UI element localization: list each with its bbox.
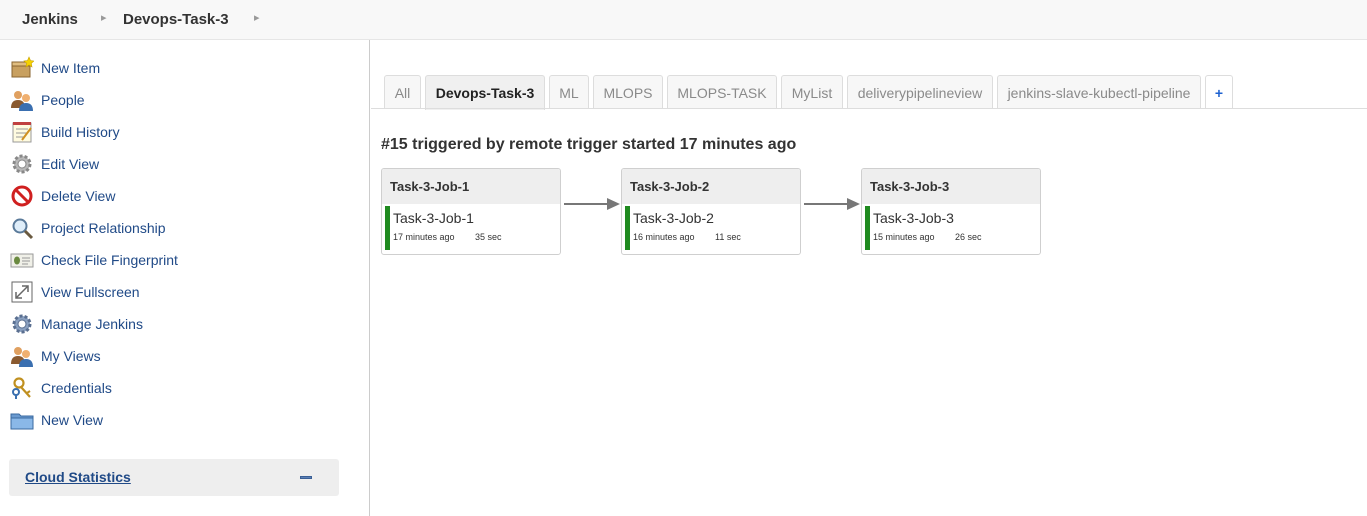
job-header-link[interactable]: Task-3-Job-1	[382, 169, 560, 204]
sidebar-item-view-fullscreen[interactable]: View Fullscreen	[10, 280, 140, 304]
job-header-link[interactable]: Task-3-Job-3	[862, 169, 1040, 204]
sidebar-item-label: New View	[41, 412, 103, 428]
tab-mlops-task[interactable]: MLOPS-TASK	[667, 75, 777, 109]
arrow-right-icon	[804, 198, 860, 210]
sidebar-item-build-history[interactable]: Build History	[10, 120, 120, 144]
success-status-bar	[865, 206, 870, 250]
build-time: 15 minutes ago	[873, 232, 935, 242]
collapse-icon[interactable]	[300, 476, 312, 479]
build-duration: 26 sec	[955, 232, 982, 242]
pipeline-job-card: Task-3-Job-1 Task-3-Job-1 17 minutes ago…	[381, 168, 561, 255]
sidebar-item-label: Build History	[41, 124, 120, 140]
sidebar-item-label: Manage Jenkins	[41, 316, 143, 332]
sidebar-item-my-views[interactable]: My Views	[10, 344, 101, 368]
folder-icon	[10, 408, 34, 432]
keys-icon	[10, 376, 34, 400]
breadcrumb-jenkins-link[interactable]: Jenkins	[22, 11, 78, 28]
breadcrumb-separator-icon[interactable]: ▸	[254, 11, 260, 24]
people-icon	[10, 344, 34, 368]
new-item-icon	[10, 56, 35, 80]
build-name[interactable]: Task-3-Job-1	[393, 210, 474, 226]
build-block[interactable]: Task-3-Job-3 15 minutes ago 26 sec	[862, 204, 1040, 254]
build-duration: 11 sec	[715, 232, 741, 242]
sidebar-item-new-view[interactable]: New View	[10, 408, 103, 432]
cloud-statistics-panel: Cloud Statistics	[9, 459, 339, 496]
sidebar: New Item People Build History Edit View …	[0, 40, 370, 516]
sidebar-item-label: View Fullscreen	[41, 284, 140, 300]
breadcrumb-view-link[interactable]: Devops-Task-3	[123, 11, 229, 28]
fullscreen-icon	[10, 280, 34, 304]
pipeline-title: #15 triggered by remote trigger started …	[381, 136, 797, 153]
sidebar-item-label: Edit View	[41, 156, 100, 172]
sidebar-item-label: New Item	[41, 60, 101, 76]
tab-label: MLOPS-TASK	[677, 84, 767, 101]
tab-devops-task-3[interactable]: Devops-Task-3	[425, 75, 545, 110]
tab-bar-divider	[371, 108, 1367, 109]
tab-all[interactable]: All	[384, 75, 421, 109]
no-entry-icon	[10, 184, 34, 208]
build-time: 16 minutes ago	[633, 232, 695, 242]
magnifier-icon	[10, 216, 34, 240]
add-view-tab[interactable]: +	[1205, 75, 1233, 109]
tab-mlops[interactable]: MLOPS	[593, 75, 663, 109]
gear-icon	[10, 312, 34, 336]
build-duration: 35 sec	[475, 232, 502, 242]
tab-label: MLOPS	[603, 84, 653, 101]
notepad-icon	[10, 120, 34, 144]
tab-label: ML	[559, 84, 579, 101]
people-icon	[10, 88, 34, 112]
build-block[interactable]: Task-3-Job-1 17 minutes ago 35 sec	[382, 204, 560, 254]
fingerprint-icon	[10, 248, 34, 272]
breadcrumb: Jenkins ▸ Devops-Task-3 ▸	[0, 0, 1367, 40]
tab-mylist[interactable]: MyList	[781, 75, 843, 109]
pipeline-job-card: Task-3-Job-3 Task-3-Job-3 15 minutes ago…	[861, 168, 1041, 255]
tab-label: deliverypipelineview	[857, 84, 983, 101]
sidebar-item-people[interactable]: People	[10, 88, 85, 112]
tab-jenkins-slave-kubectl-pipeline[interactable]: jenkins-slave-kubectl-pipeline	[997, 75, 1201, 109]
gear-icon	[10, 152, 34, 176]
build-name[interactable]: Task-3-Job-2	[633, 210, 714, 226]
build-block[interactable]: Task-3-Job-2 16 minutes ago 11 sec	[622, 204, 800, 254]
pipeline-job-card: Task-3-Job-2 Task-3-Job-2 16 minutes ago…	[621, 168, 801, 255]
sidebar-item-label: Check File Fingerprint	[41, 252, 178, 268]
tab-label: All	[394, 84, 411, 101]
sidebar-item-label: Project Relationship	[41, 220, 166, 236]
sidebar-item-label: Credentials	[41, 380, 112, 396]
tab-deliverypipelineview[interactable]: deliverypipelineview	[847, 75, 993, 109]
breadcrumb-separator-icon[interactable]: ▸	[101, 11, 107, 24]
success-status-bar	[385, 206, 390, 250]
plus-icon: +	[1214, 84, 1224, 101]
tab-ml[interactable]: ML	[549, 75, 589, 109]
sidebar-item-new-item[interactable]: New Item	[10, 56, 100, 80]
tab-label: Devops-Task-3	[435, 85, 535, 101]
build-time: 17 minutes ago	[393, 232, 455, 242]
sidebar-item-label: People	[41, 92, 85, 108]
sidebar-item-project-relationship[interactable]: Project Relationship	[10, 216, 166, 240]
sidebar-item-delete-view[interactable]: Delete View	[10, 184, 115, 208]
success-status-bar	[625, 206, 630, 250]
cloud-statistics-link[interactable]: Cloud Statistics	[25, 469, 131, 485]
sidebar-item-edit-view[interactable]: Edit View	[10, 152, 99, 176]
job-header-link[interactable]: Task-3-Job-2	[622, 169, 800, 204]
sidebar-item-manage-jenkins[interactable]: Manage Jenkins	[10, 312, 143, 336]
tab-label: MyList	[791, 84, 833, 101]
sidebar-item-label: Delete View	[41, 188, 116, 204]
sidebar-item-credentials[interactable]: Credentials	[10, 376, 112, 400]
arrow-right-icon	[564, 198, 620, 210]
build-name[interactable]: Task-3-Job-3	[873, 210, 954, 226]
sidebar-item-check-file-fingerprint[interactable]: Check File Fingerprint	[10, 248, 178, 272]
sidebar-item-label: My Views	[41, 348, 101, 364]
tab-label: jenkins-slave-kubectl-pipeline	[1007, 84, 1191, 101]
